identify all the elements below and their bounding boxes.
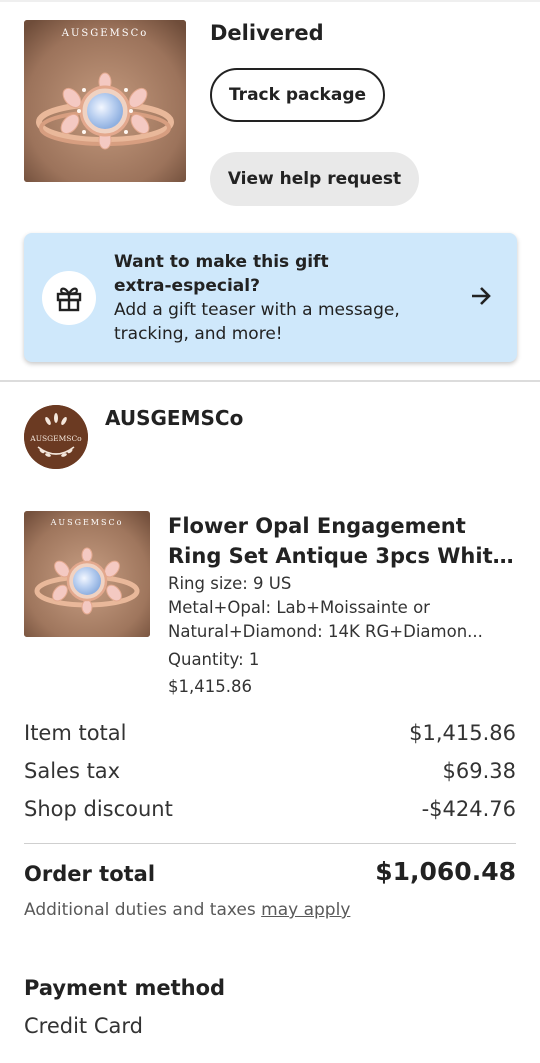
gift-icon-circle (42, 271, 96, 325)
track-package-button[interactable]: Track package (210, 68, 385, 122)
product-thumbnail[interactable]: AUSGEMSCo (24, 20, 186, 182)
image-watermark: AUSGEMSCo (50, 518, 124, 527)
item-metal-option-cont: Natural+Diamond: 14K RG+Diamon... (168, 622, 483, 641)
item-price: $1,415.86 (168, 677, 252, 696)
item-total-label: Item total (24, 721, 127, 745)
shop-discount-value: -$424.76 (421, 797, 516, 821)
item-ring-size: Ring size: 9 US (168, 574, 292, 593)
may-apply-link[interactable]: may apply (261, 900, 350, 920)
gift-icon (56, 287, 82, 312)
item-thumbnail[interactable]: AUSGEMSCo (24, 511, 150, 637)
shop-logo-text: AUSGEMSCo (29, 434, 82, 443)
order-detail-screen: AUSGEMSCo Delivered Track package View h… (0, 0, 540, 1063)
section-divider (0, 380, 540, 382)
payment-method-title: Payment method (24, 976, 226, 1000)
item-total-value: $1,415.86 (409, 721, 516, 745)
gift-teaser-title: Want to make this gift extra-especial? (114, 252, 329, 296)
item-quantity: Quantity: 1 (168, 650, 260, 669)
ring-image: AUSGEMSCo (24, 511, 150, 637)
totals-divider (24, 843, 516, 844)
delivery-status: Delivered (210, 21, 324, 45)
image-watermark: AUSGEMSCo (61, 28, 149, 39)
payment-method-value: Credit Card (24, 1014, 143, 1038)
duties-note: Additional duties and taxes may apply (24, 900, 350, 920)
sales-tax-value: $69.38 (442, 759, 516, 783)
arrow-right-icon[interactable] (468, 283, 494, 309)
top-divider (0, 0, 540, 2)
order-total-value: $1,060.48 (375, 857, 516, 886)
gift-teaser-banner[interactable]: Want to make this gift extra-especial? A… (24, 233, 517, 362)
ring-image: AUSGEMSCo (24, 20, 186, 182)
shop-discount-label: Shop discount (24, 797, 173, 821)
duties-text: Additional duties and taxes (24, 900, 262, 920)
view-help-request-button[interactable]: View help request (210, 152, 419, 206)
item-title[interactable]: Flower Opal Engagement Ring Set Antique … (168, 511, 516, 571)
shop-logo-icon: AUSGEMSCo (24, 405, 88, 469)
gift-teaser-description: Add a gift teaser with a message, tracki… (114, 300, 400, 344)
order-total-label: Order total (24, 862, 156, 886)
shop-name[interactable]: AUSGEMSCo (105, 406, 243, 430)
shop-avatar[interactable]: AUSGEMSCo (24, 405, 88, 469)
item-metal-option: Metal+Opal: Lab+Moissainte or (168, 598, 430, 617)
sales-tax-label: Sales tax (24, 759, 121, 783)
